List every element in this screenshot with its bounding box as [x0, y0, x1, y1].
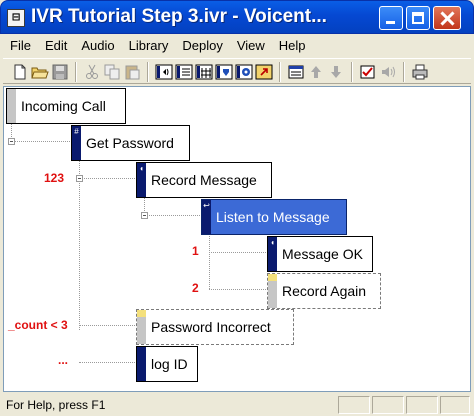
tree-connector [11, 141, 74, 142]
properties-icon[interactable] [287, 63, 305, 81]
node-record-again[interactable]: Record Again [267, 273, 381, 309]
copy-icon[interactable] [103, 63, 121, 81]
status-bar: For Help, press F1 [0, 394, 474, 416]
ivr-tree-canvas[interactable]: Incoming Call # Get Password ◖ Record Me… [3, 86, 471, 392]
branch-label-else: ... [58, 353, 69, 367]
branch-label-123: 123 [44, 171, 65, 185]
paste-icon[interactable] [123, 63, 141, 81]
collapse-expander-icon[interactable] [8, 138, 15, 145]
toolbar-separator [279, 62, 281, 82]
speaker-icon[interactable] [379, 63, 397, 81]
menu-help[interactable]: Help [272, 36, 313, 56]
test-icon[interactable] [359, 63, 377, 81]
toolbar-separator [403, 62, 405, 82]
menu-node-icon[interactable] [175, 63, 193, 81]
move-down-icon[interactable] [327, 63, 345, 81]
toolbar-separator [351, 62, 353, 82]
node-get-password[interactable]: # Get Password [71, 125, 190, 161]
transfer-node-icon[interactable] [215, 63, 233, 81]
microphone-icon: ◖ [139, 164, 144, 173]
menu-deploy[interactable]: Deploy [175, 36, 229, 56]
menu-bar: File Edit Audio Library Deploy View Help [3, 36, 471, 56]
record-node-icon[interactable] [235, 63, 253, 81]
window-title: IVR Tutorial Step 3.ivr - Voicent... [31, 6, 327, 27]
status-pane [440, 396, 470, 414]
node-log-id[interactable]: log ID [136, 346, 198, 382]
tree-connector [144, 215, 202, 216]
collapse-expander-icon[interactable] [141, 212, 148, 219]
tree-connector [79, 178, 139, 179]
menu-view[interactable]: View [230, 36, 272, 56]
node-label: Get Password [86, 135, 174, 151]
node-label: Listen to Message [216, 209, 330, 225]
node-type-strip [7, 89, 16, 123]
menu-file[interactable]: File [3, 36, 38, 56]
menu-audio[interactable]: Audio [74, 36, 121, 56]
goto-strip [268, 274, 277, 308]
save-icon[interactable] [51, 63, 69, 81]
node-record-message[interactable]: ◖ Record Message [136, 162, 272, 198]
status-pane [338, 396, 370, 414]
collapse-expander-icon[interactable] [76, 175, 83, 182]
branch-label-1: 1 [192, 244, 199, 258]
node-label: Record Message [151, 172, 257, 188]
goto-strip [137, 310, 146, 344]
branch-label-2: 2 [192, 281, 199, 295]
tree-connector [79, 160, 80, 330]
maximize-button[interactable] [406, 6, 430, 30]
toolbar-separator [75, 62, 77, 82]
app-icon[interactable]: ⊟ [7, 9, 25, 27]
node-password-incorrect[interactable]: Password Incorrect [136, 309, 294, 345]
menu-library[interactable]: Library [122, 36, 176, 56]
move-up-icon[interactable] [307, 63, 325, 81]
title-bar[interactable]: ⊟ IVR Tutorial Step 3.ivr - Voicent... [0, 0, 474, 34]
grid-node-icon[interactable] [195, 63, 213, 81]
tree-connector [79, 325, 139, 326]
open-folder-icon[interactable] [31, 63, 49, 81]
node-incoming-call[interactable]: Incoming Call [6, 88, 126, 124]
toolbar-separator [147, 62, 149, 82]
node-label: Incoming Call [21, 98, 106, 114]
branch-label-count-condition: _count < 3 [8, 318, 68, 332]
node-label: Record Again [282, 283, 367, 299]
close-button[interactable] [433, 6, 461, 30]
node-label: Message OK [282, 246, 363, 262]
new-file-icon[interactable] [11, 63, 29, 81]
status-text: For Help, press F1 [6, 398, 106, 412]
minimize-button[interactable] [379, 6, 403, 30]
tree-connector [79, 362, 139, 363]
toolbar [3, 58, 471, 84]
print-icon[interactable] [411, 63, 429, 81]
node-label: Password Incorrect [151, 319, 271, 335]
cut-icon[interactable] [83, 63, 101, 81]
goto-node-icon[interactable] [255, 63, 273, 81]
node-type-strip [137, 347, 146, 381]
return-arrow-icon: ↩ [203, 201, 210, 210]
tree-connector [209, 252, 268, 253]
prompt-node-icon[interactable] [155, 63, 173, 81]
microphone-icon: ◖ [270, 238, 275, 247]
node-listen-to-message[interactable]: ↩ Listen to Message [201, 199, 347, 235]
status-pane [406, 396, 438, 414]
menu-edit[interactable]: Edit [38, 36, 74, 56]
tree-connector [209, 234, 210, 289]
node-message-ok[interactable]: ◖ Message OK [267, 236, 373, 272]
status-pane [372, 396, 404, 414]
hash-icon: # [74, 127, 79, 136]
tree-connector [209, 289, 268, 290]
